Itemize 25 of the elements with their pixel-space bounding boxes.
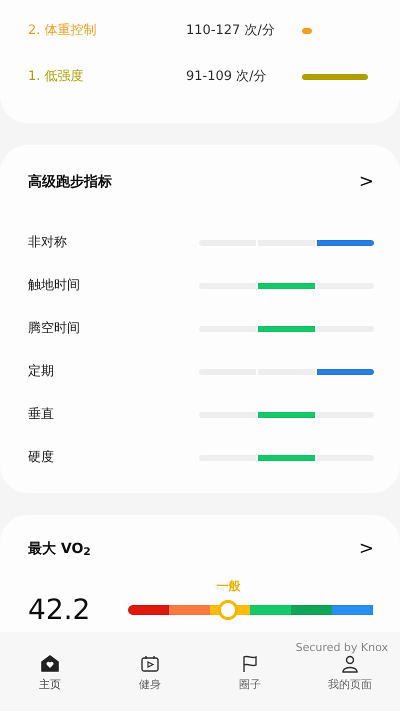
section-title: 高级跑步指标	[28, 172, 112, 192]
vo2-value: 42.2	[28, 592, 92, 628]
home-icon	[40, 654, 60, 674]
metric-label: 非对称	[28, 234, 67, 252]
chevron-icon[interactable]: >	[358, 540, 374, 558]
metric-label: 腾空时间	[28, 320, 80, 338]
person-icon	[340, 654, 360, 674]
metric-label: 硬度	[28, 448, 54, 467]
scale-thumb[interactable]	[218, 600, 238, 620]
nav-tab[interactable]: 健身	[100, 654, 200, 694]
zone-label: 1. 低强度	[28, 68, 85, 86]
nav-tab[interactable]: 主页	[0, 654, 100, 694]
zone-label: 2. 体重控制	[28, 22, 98, 40]
rating-label: 一般	[216, 578, 240, 595]
security-note: Secured by Knox	[294, 640, 389, 654]
calendar-play-icon	[140, 654, 160, 674]
metric-label: 触地时间	[28, 276, 80, 295]
nav-tab[interactable]: 圈子	[200, 654, 300, 694]
zone-range: 91-109 次/分	[186, 68, 268, 86]
zone-range: 110-127 次/分	[186, 22, 276, 40]
chevron-icon[interactable]: >	[358, 173, 374, 191]
metric-label: 定期	[28, 362, 54, 381]
section-title: 最大 VO$_{2}$	[28, 540, 91, 560]
metric-label: 垂直	[28, 406, 54, 424]
nav-tab[interactable]: 我的页面	[300, 654, 400, 694]
